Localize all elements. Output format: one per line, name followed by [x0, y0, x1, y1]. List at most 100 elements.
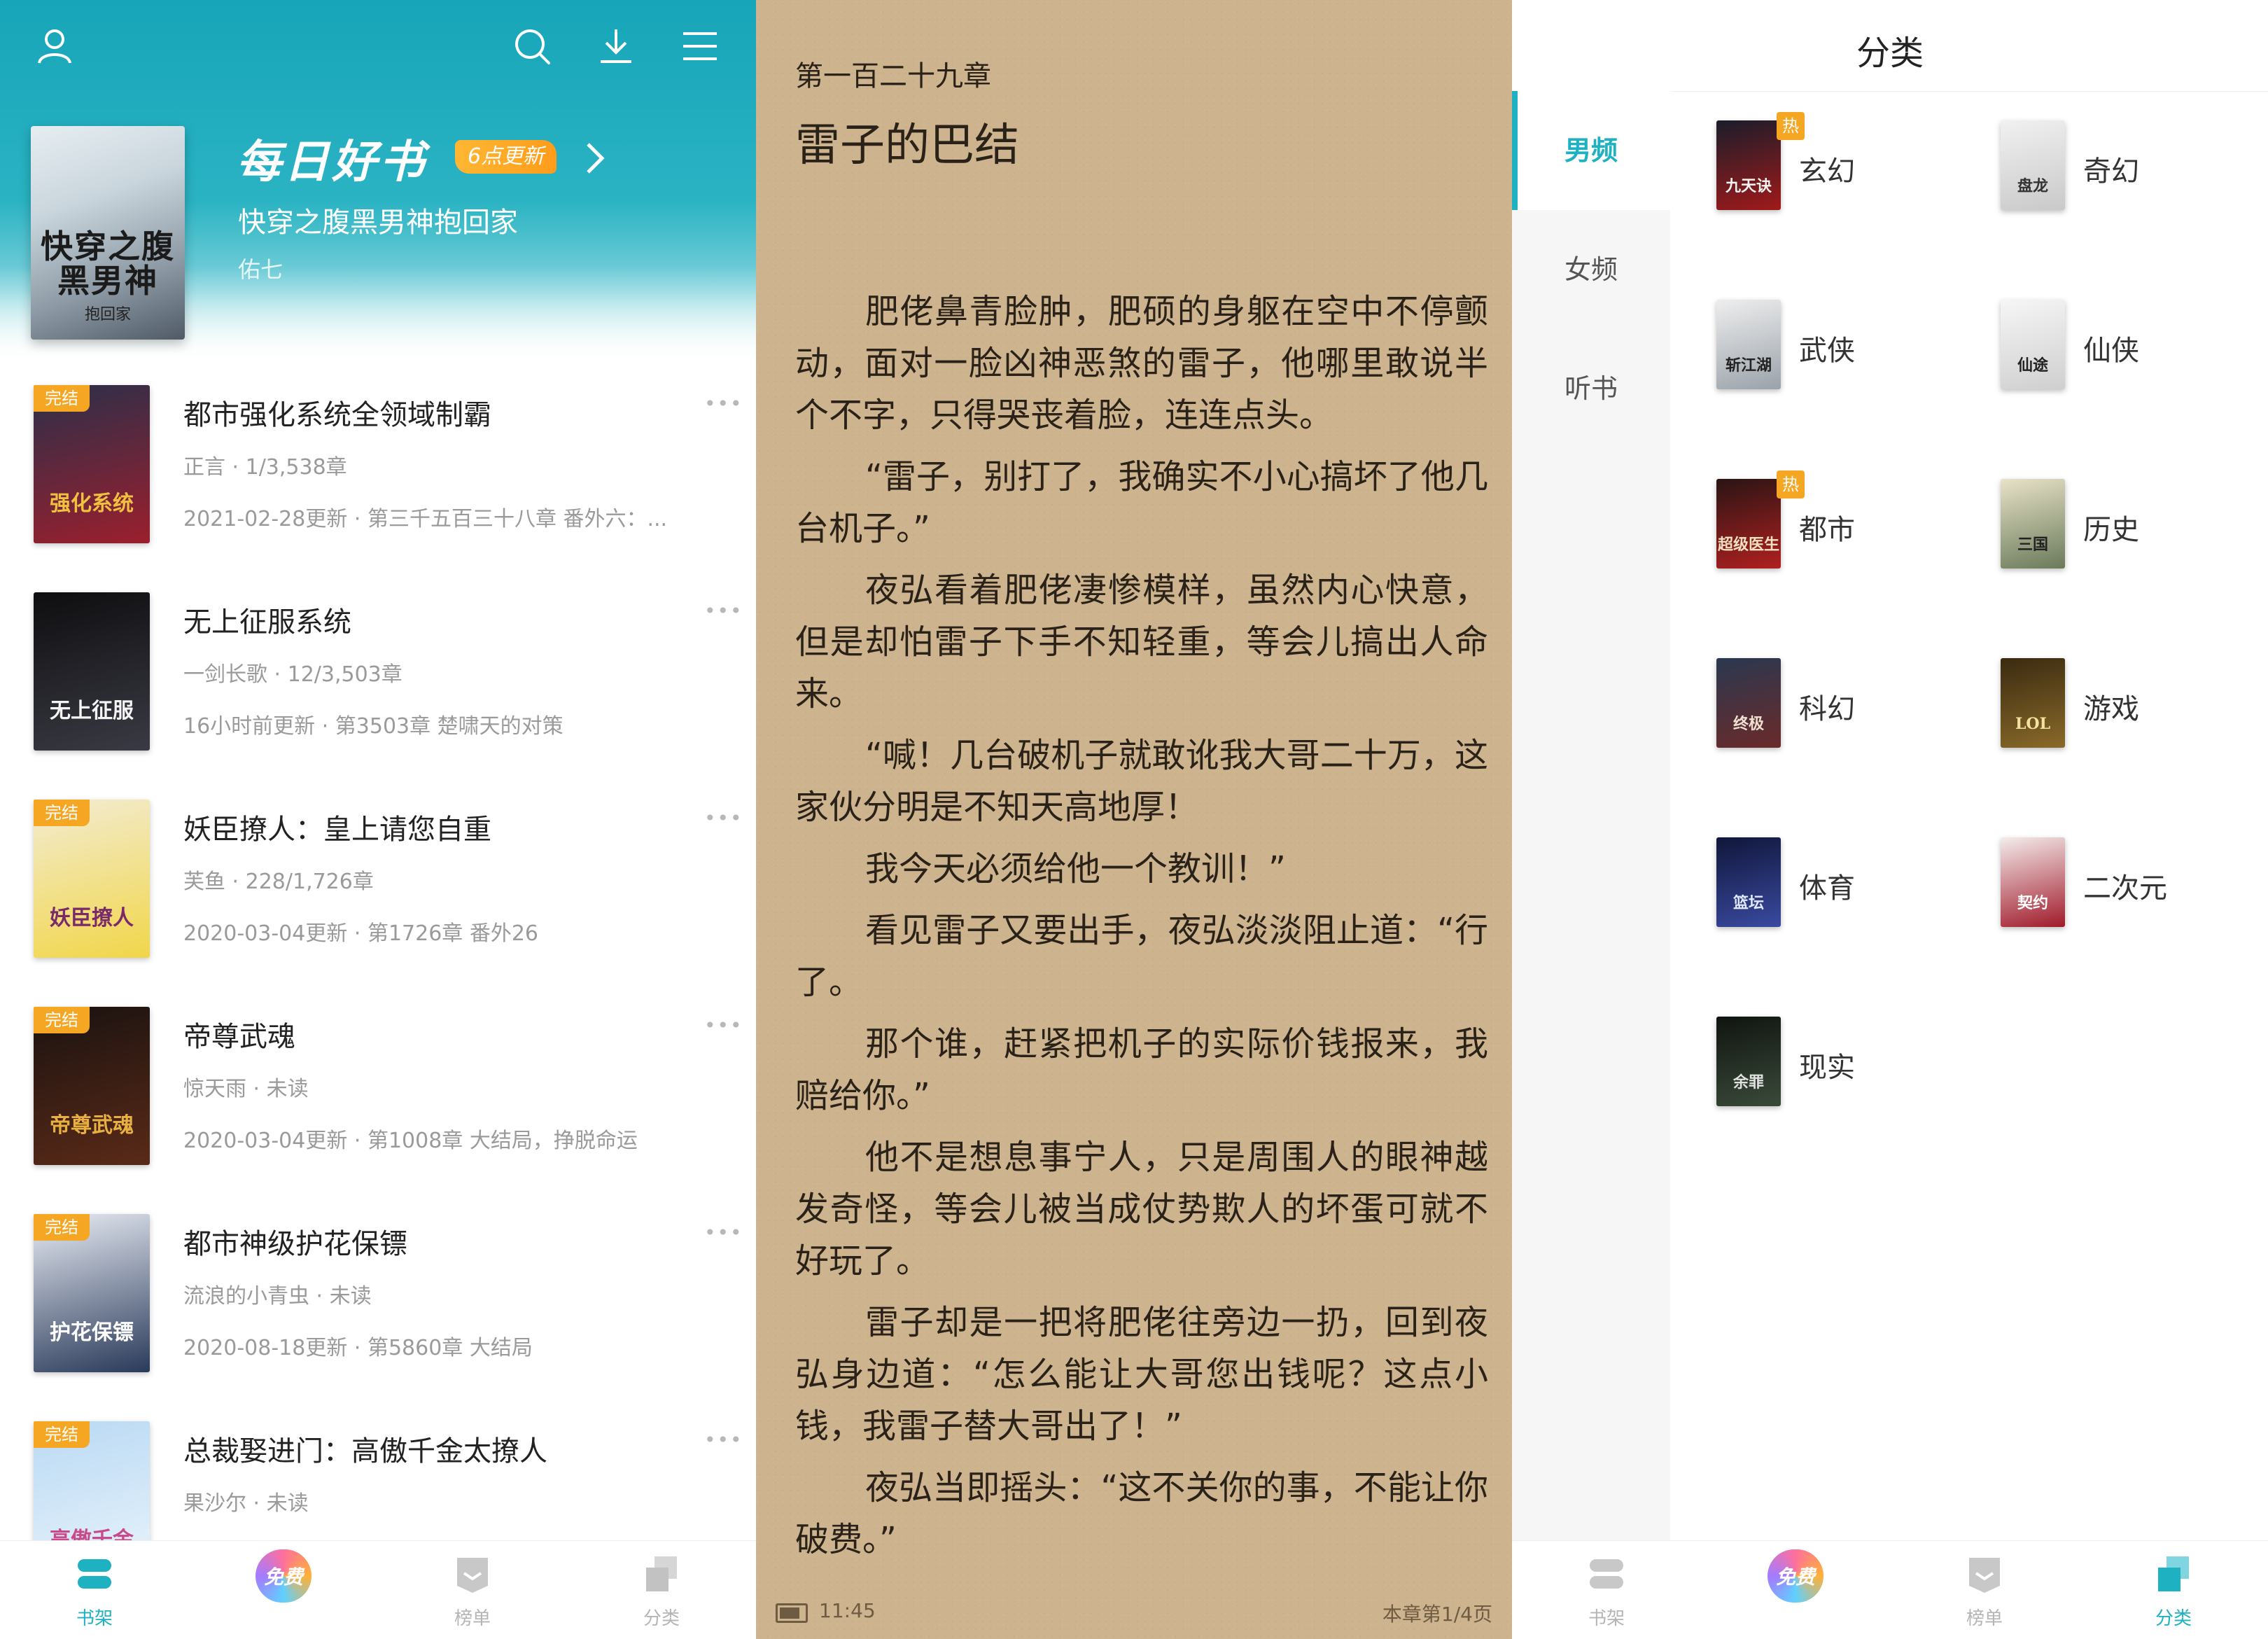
daily-book-cover[interactable]: 快穿之腹黑男神 抱回家 — [31, 126, 185, 340]
category-item[interactable]: 三国 历史 — [2001, 479, 2267, 591]
chapter-title: 雷子的巴结 — [795, 120, 1019, 172]
category-item[interactable]: 篮坛 体育 — [1716, 837, 1982, 949]
book-title[interactable]: 无上征服系统 — [183, 599, 351, 640]
category-label: 二次元 — [2083, 872, 2167, 905]
status-badge: 完结 — [34, 800, 90, 826]
category-item[interactable]: 余罪 现实 — [1716, 1017, 1982, 1129]
book-row[interactable]: 妖臣撩人 完结 妖臣撩人：皇上请您自重 芙鱼 · 228/1,726章 2020-03-… — [0, 779, 756, 986]
book-update: 2021-02-28更新 · 第三千五百三十八章 番外六：... — [183, 507, 668, 531]
book-update: 2020-03-04更新 · 第1726章 番外26 — [183, 921, 539, 946]
paragraph: 我今天必须给他一个教训！” — [865, 849, 1286, 888]
daily-book-banner[interactable]: 快穿之腹黑男神 抱回家 每日好书 6点更新 快穿之腹黑男神抱回家 佑七 — [0, 0, 756, 364]
more-icon[interactable]: ••• — [704, 807, 743, 830]
paragraph: 看见雷子又要出手，夜弘淡淡阻止道：“行了。 — [795, 911, 1488, 1002]
more-icon[interactable]: ••• — [704, 1014, 743, 1037]
more-icon[interactable]: ••• — [704, 1428, 743, 1451]
book-title[interactable]: 帝尊武魂 — [183, 1014, 295, 1054]
category-label: 仙侠 — [2083, 335, 2139, 367]
tab-label: 榜单 — [1966, 1608, 2003, 1629]
category-item[interactable]: 契约 二次元 — [2001, 837, 2267, 949]
category-item[interactable]: 仙途 仙侠 — [2001, 300, 2267, 412]
category-label: 武侠 — [1799, 335, 1855, 367]
category-cover-title: 篮坛 — [1732, 893, 1764, 912]
more-icon[interactable]: ••• — [704, 392, 743, 415]
tab-bookshelf[interactable]: 书架 — [0, 1541, 189, 1639]
category-item[interactable]: 终极 科幻 — [1716, 658, 1982, 770]
sidebar-item-audio[interactable]: 听书 — [1512, 329, 1670, 448]
chevron-right-icon[interactable] — [581, 137, 609, 179]
bookshelf-icon — [1590, 1559, 1623, 1589]
daily-book-heading: 每日好书 — [237, 137, 427, 188]
category-cover: 超级医生 — [1716, 479, 1781, 569]
menu-icon[interactable] — [679, 25, 721, 67]
category-cover-title: 仙途 — [2017, 356, 2048, 375]
book-row[interactable]: 无上征服 无上征服系统一剑长歌 · 12/3,503章 16小时前更新 · 第350… — [0, 571, 756, 779]
tab-free[interactable]: 免费 — [1701, 1541, 1890, 1639]
tab-ranking[interactable]: 榜单 — [378, 1541, 567, 1639]
tab-label: 书架 — [1588, 1608, 1625, 1629]
sidebar-item-male[interactable]: 男频 — [1512, 91, 1670, 210]
tab-ranking[interactable]: 榜单 — [1890, 1541, 2079, 1639]
tab-category[interactable]: 分类 — [567, 1541, 756, 1639]
category-label: 科幻 — [1799, 693, 1855, 725]
category-label: 都市 — [1799, 514, 1855, 546]
tab-category[interactable]: 分类 — [2079, 1541, 2268, 1639]
daily-book-author: 佑七 — [238, 256, 284, 283]
category-sidebar: 男频 女频 听书 — [1512, 91, 1670, 1541]
book-row[interactable]: 帝尊武魂 完结 帝尊武魂 惊天雨 · 未读 2020-03-04更新 · 第1008章 … — [0, 986, 756, 1193]
category-cover-title: LOL — [2015, 714, 2051, 733]
category-cover: 盘龙 — [2001, 120, 2065, 210]
book-title[interactable]: 都市神级护花保镖 — [183, 1221, 407, 1262]
category-label: 奇幻 — [2083, 155, 2139, 188]
category-cover-title: 盘龙 — [2017, 176, 2048, 195]
book-title[interactable]: 都市强化系统全领域制霸 — [183, 392, 491, 433]
book-cover[interactable]: 无上征服 — [34, 592, 150, 751]
download-icon[interactable] — [595, 25, 637, 67]
book-title[interactable]: 总裁娶进门：高傲千金太撩人 — [183, 1428, 547, 1469]
category-item[interactable]: 九天诀 玄幻 热 — [1716, 112, 1982, 232]
book-meta: 果沙尔 · 未读 — [183, 1491, 309, 1516]
user-icon[interactable] — [34, 25, 76, 67]
tab-bookshelf[interactable]: 书架 — [1512, 1541, 1701, 1639]
book-cover-title: 强化系统 — [50, 491, 134, 516]
category-item[interactable]: 超级医生 都市 热 — [1716, 470, 1982, 591]
chapter-number: 第一百二十九章 — [795, 60, 991, 92]
page-title: 分类 — [1856, 34, 1924, 73]
paragraph: 肥佬鼻青脸肿，肥硕的身躯在空中不停颤动，面对一脸凶神恶煞的雷子，他哪里敢说半个不… — [795, 292, 1488, 435]
book-row[interactable]: 强化系统 完结 都市强化系统全领域制霸 正言 · 1/3,538章 2021-02-28… — [0, 364, 756, 571]
daily-book-title[interactable]: 快穿之腹黑男神抱回家 — [238, 200, 518, 240]
paragraph: 雷子却是一把将肥佬往旁边一扔，回到夜弘身边道：“怎么能让大哥您出钱呢？这点小钱，… — [795, 1303, 1488, 1446]
category-label: 游戏 — [2083, 693, 2139, 725]
sidebar-item-female[interactable]: 女频 — [1512, 210, 1670, 329]
category-panel: 分类 男频 女频 听书 九天诀 玄幻热盘龙 奇幻 斩江湖 武侠 仙途 仙侠 超级医生 都市热三国… — [1512, 0, 2268, 1639]
more-icon[interactable]: ••• — [704, 599, 743, 622]
bottom-tab-bar: 书架 免费 榜单 分类 — [0, 1540, 756, 1639]
more-icon[interactable]: ••• — [704, 1221, 743, 1244]
search-icon[interactable] — [511, 25, 553, 67]
category-cover-title: 契约 — [2017, 893, 2048, 912]
category-item[interactable]: 盘龙 奇幻 — [2001, 120, 2267, 232]
category-label: 历史 — [2083, 514, 2139, 546]
book-meta: 一剑长歌 · 12/3,503章 — [183, 662, 402, 687]
paragraph: “喊！几台破机子就敢讹我大哥二十万，这家伙分明是不知天高地厚！ — [795, 736, 1488, 827]
reader-panel[interactable]: 第一百二十九章 雷子的巴结 肥佬鼻青脸肿，肥硕的身躯在空中不停颤动，面对一脸凶神… — [756, 0, 1512, 1639]
book-row[interactable]: 护花保镖 完结 都市神级护花保镖 流浪的小青虫 · 未读 2020-08-18更新 · … — [0, 1193, 756, 1400]
status-badge: 完结 — [34, 1421, 90, 1448]
paragraph: 夜弘当即摇头：“这不关你的事，不能让你破费。” — [795, 1468, 1488, 1559]
tab-label: 书架 — [76, 1608, 113, 1629]
tab-free[interactable]: 免费 — [189, 1541, 378, 1639]
bookshelf-icon — [78, 1559, 111, 1589]
paragraph: 夜弘看着肥佬凄惨模样，虽然内心快意，但是却怕雷子下手不知轻重，等会儿搞出人命来。 — [795, 571, 1488, 713]
category-cover: 三国 — [2001, 479, 2065, 569]
book-meta: 惊天雨 · 未读 — [183, 1077, 309, 1101]
category-label: 体育 — [1799, 872, 1855, 905]
book-cover-title: 无上征服 — [50, 699, 134, 723]
book-meta: 芙鱼 · 228/1,726章 — [183, 870, 374, 894]
category-item[interactable]: LOL 游戏 — [2001, 658, 2267, 770]
category-cover: 斩江湖 — [1716, 300, 1781, 389]
daily-book-cover-title: 快穿之腹黑男神 — [41, 228, 175, 300]
paragraph: 他不是想息事宁人，只是周围人的眼神越发奇怪，等会儿被当成仗势欺人的坏蛋可就不好玩… — [795, 1138, 1488, 1281]
category-item[interactable]: 斩江湖 武侠 — [1716, 300, 1982, 412]
book-title[interactable]: 妖臣撩人：皇上请您自重 — [183, 807, 491, 847]
book-update: 16小时前更新 · 第3503章 楚啸天的对策 — [183, 714, 564, 739]
